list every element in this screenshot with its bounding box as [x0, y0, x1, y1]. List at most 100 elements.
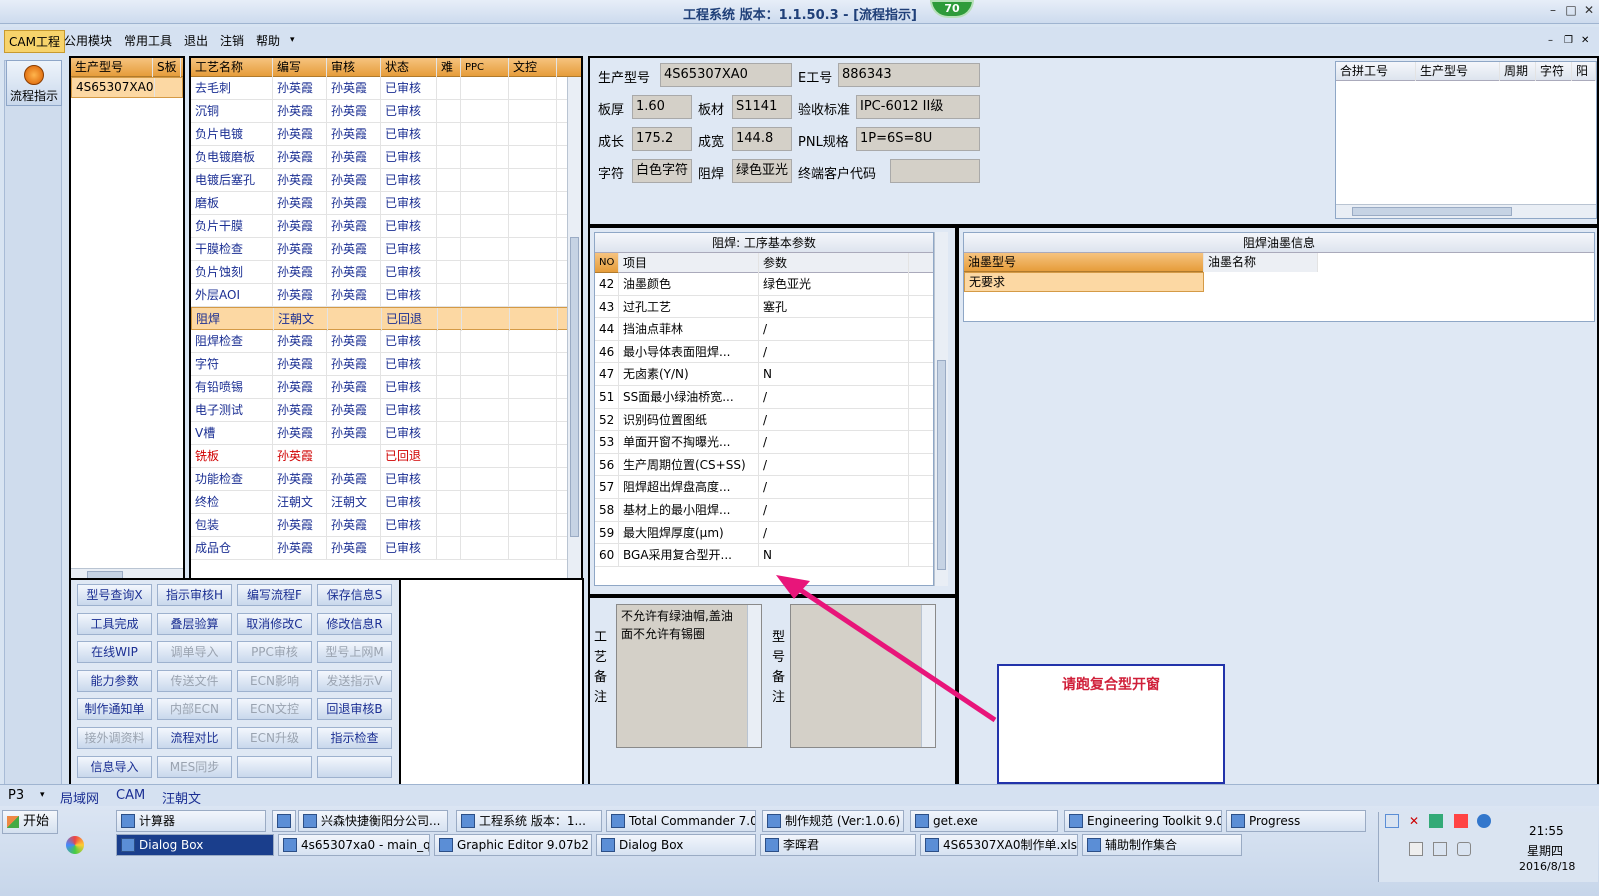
taskbar-button[interactable]: Total Commander 7.0 ...: [606, 810, 756, 832]
col-reviewer[interactable]: 审核: [327, 58, 381, 77]
action-button[interactable]: 取消修改C: [237, 612, 312, 635]
taskbar-button[interactable]: 计算器: [116, 810, 266, 832]
process-row[interactable]: 包装 孙英霞 孙英霞 已审核: [191, 514, 581, 537]
field-material[interactable]: S1141: [732, 95, 792, 119]
col-ink-model[interactable]: 油墨型号: [964, 253, 1204, 272]
field-legend[interactable]: 白色字符: [632, 159, 692, 183]
action-button[interactable]: 工具完成: [77, 612, 152, 635]
col-ink-name[interactable]: 油墨名称: [1204, 253, 1318, 272]
action-button[interactable]: 型号上网M: [317, 641, 392, 664]
action-button[interactable]: 回退审核B: [317, 698, 392, 721]
volume-icon[interactable]: [1457, 842, 1471, 856]
action-button[interactable]: 在线WIP: [77, 641, 152, 664]
taskbar-button[interactable]: Graphic Editor 9.07b2 (0...: [434, 834, 592, 856]
taskbar-button[interactable]: 4S65307XA0制作单.xls ...: [920, 834, 1078, 856]
process-row[interactable]: 字符 孙英霞 孙英霞 已审核: [191, 353, 581, 376]
action-button[interactable]: ECN升级: [237, 727, 312, 749]
action-button[interactable]: MES同步: [157, 755, 232, 778]
taskbar-button[interactable]: 4s65307xa0 - main_qa: [278, 834, 430, 856]
mdi-close-button[interactable]: ✕: [1581, 35, 1589, 46]
menu-cam[interactable]: CAM工程: [4, 30, 65, 53]
action-button[interactable]: 指示审核H: [157, 584, 232, 606]
process-row[interactable]: 功能检查 孙英霞 孙英霞 已审核: [191, 468, 581, 491]
param-row[interactable]: 43 过孔工艺 塞孔: [595, 295, 933, 319]
menu-common-modules[interactable]: 公用模块: [64, 32, 112, 49]
tray-icon[interactable]: [1385, 814, 1399, 828]
col-merge-model[interactable]: 生产型号: [1416, 62, 1500, 81]
param-row[interactable]: 42 油墨颜色 绿色亚光: [595, 273, 933, 296]
minimize-button[interactable]: –: [1545, 3, 1561, 19]
col-process[interactable]: 工艺名称: [191, 58, 273, 77]
process-row[interactable]: 外层AOI 孙英霞 孙英霞 已审核: [191, 284, 581, 307]
ink-row[interactable]: 无要求: [964, 272, 1204, 292]
action-button[interactable]: 内部ECN: [157, 698, 232, 721]
param-row[interactable]: 57 阻焊超出焊盘高度... /: [595, 476, 933, 499]
col-extra[interactable]: 阳: [1572, 62, 1596, 81]
process-row[interactable]: 有铅喷锡 孙英霞 孙英霞 已审核: [191, 376, 581, 399]
param-row[interactable]: 59 最大阻焊厚度(μm) /: [595, 521, 933, 545]
action-button[interactable]: 信息导入: [77, 755, 152, 778]
param-row[interactable]: 52 识别码位置图纸 /: [595, 408, 933, 432]
action-button[interactable]: PPC审核: [237, 641, 312, 664]
action-button[interactable]: 型号查询X: [77, 584, 152, 606]
tray-keyboard-icon[interactable]: [1409, 842, 1423, 856]
action-button[interactable]: [237, 755, 312, 778]
menu-logout[interactable]: 注销: [220, 32, 244, 49]
process-row[interactable]: 负片电镀 孙英霞 孙英霞 已审核: [191, 123, 581, 146]
process-row[interactable]: 负片蚀刻 孙英霞 孙英霞 已审核: [191, 261, 581, 284]
process-vscrollbar[interactable]: [567, 77, 581, 582]
action-button[interactable]: ECN影响: [237, 669, 312, 692]
col-writer[interactable]: 编写: [273, 58, 327, 77]
menu-help[interactable]: 帮助: [256, 32, 280, 49]
scroll-thumb[interactable]: [937, 360, 946, 570]
action-button[interactable]: 发送指示V: [317, 669, 392, 692]
menu-exit[interactable]: 退出: [184, 32, 208, 49]
field-length[interactable]: 175.2: [632, 127, 692, 151]
process-row[interactable]: 沉铜 孙英霞 孙英霞 已审核: [191, 100, 581, 123]
param-row[interactable]: 46 最小导体表面阻焊... /: [595, 340, 933, 364]
remark-vscrollbar[interactable]: [747, 605, 761, 747]
status-p3[interactable]: P3: [8, 788, 24, 803]
taskbar-button[interactable]: [272, 810, 296, 832]
col-legend[interactable]: 字符: [1536, 62, 1572, 81]
action-button[interactable]: 接外调资料: [77, 727, 152, 749]
process-row[interactable]: 阻焊检查 孙英霞 孙英霞 已审核: [191, 330, 581, 353]
action-button[interactable]: 传送文件: [157, 669, 232, 692]
quicklaunch-icon[interactable]: [66, 836, 84, 854]
taskbar-button[interactable]: get.exe: [910, 810, 1058, 832]
network-icon[interactable]: [1433, 842, 1447, 856]
scroll-thumb[interactable]: [570, 237, 579, 537]
process-row[interactable]: 铣板 孙英霞 已回退: [191, 445, 581, 468]
action-button[interactable]: 指示检查: [317, 727, 392, 749]
start-button[interactable]: 开始: [2, 810, 58, 834]
field-thickness[interactable]: 1.60: [632, 95, 692, 119]
taskbar-button[interactable]: 工程系统 版本：1...: [456, 810, 602, 832]
process-row[interactable]: 负片干膜 孙英霞 孙英霞 已审核: [191, 215, 581, 238]
action-button[interactable]: 保存信息S: [317, 584, 392, 606]
action-button[interactable]: 修改信息R: [317, 612, 392, 635]
action-button[interactable]: ECN文控: [237, 698, 312, 721]
process-row[interactable]: V槽 孙英霞 孙英霞 已审核: [191, 422, 581, 445]
mdi-minimize-button[interactable]: –: [1548, 35, 1553, 46]
field-pnl[interactable]: 1P=6S=8U: [856, 127, 980, 151]
col-difficulty[interactable]: 难: [437, 58, 461, 77]
process-row[interactable]: 阻焊 汪朝文 已回退: [191, 307, 581, 331]
process-row[interactable]: 负电镀磨板 孙英霞 孙英霞 已审核: [191, 146, 581, 169]
action-button[interactable]: [317, 755, 392, 778]
tray-x-icon[interactable]: ✕: [1409, 814, 1419, 828]
status-chevron-icon[interactable]: ▾: [40, 790, 45, 800]
process-row[interactable]: 干膜检查 孙英霞 孙英霞 已审核: [191, 238, 581, 261]
param-row[interactable]: 44 挡油点菲林 /: [595, 318, 933, 341]
field-model[interactable]: 4S65307XA0: [660, 63, 792, 87]
taskbar-button[interactable]: 李晖君: [760, 834, 916, 856]
model-row[interactable]: 4S65307XA0: [71, 77, 183, 98]
col-status[interactable]: 状态: [381, 58, 437, 77]
tray-red-icon[interactable]: [1454, 814, 1468, 828]
field-soldermask[interactable]: 绿色亚光: [732, 159, 792, 183]
mdi-restore-button[interactable]: ❐: [1564, 35, 1573, 46]
param-row[interactable]: 56 生产周期位置(CS+SS) /: [595, 453, 933, 477]
taskbar-button[interactable]: Dialog Box: [116, 834, 274, 856]
col-no[interactable]: NO: [595, 253, 619, 273]
action-button[interactable]: 制作通知单: [77, 698, 152, 721]
param-row[interactable]: 53 单面开窗不掏曝光... /: [595, 431, 933, 454]
